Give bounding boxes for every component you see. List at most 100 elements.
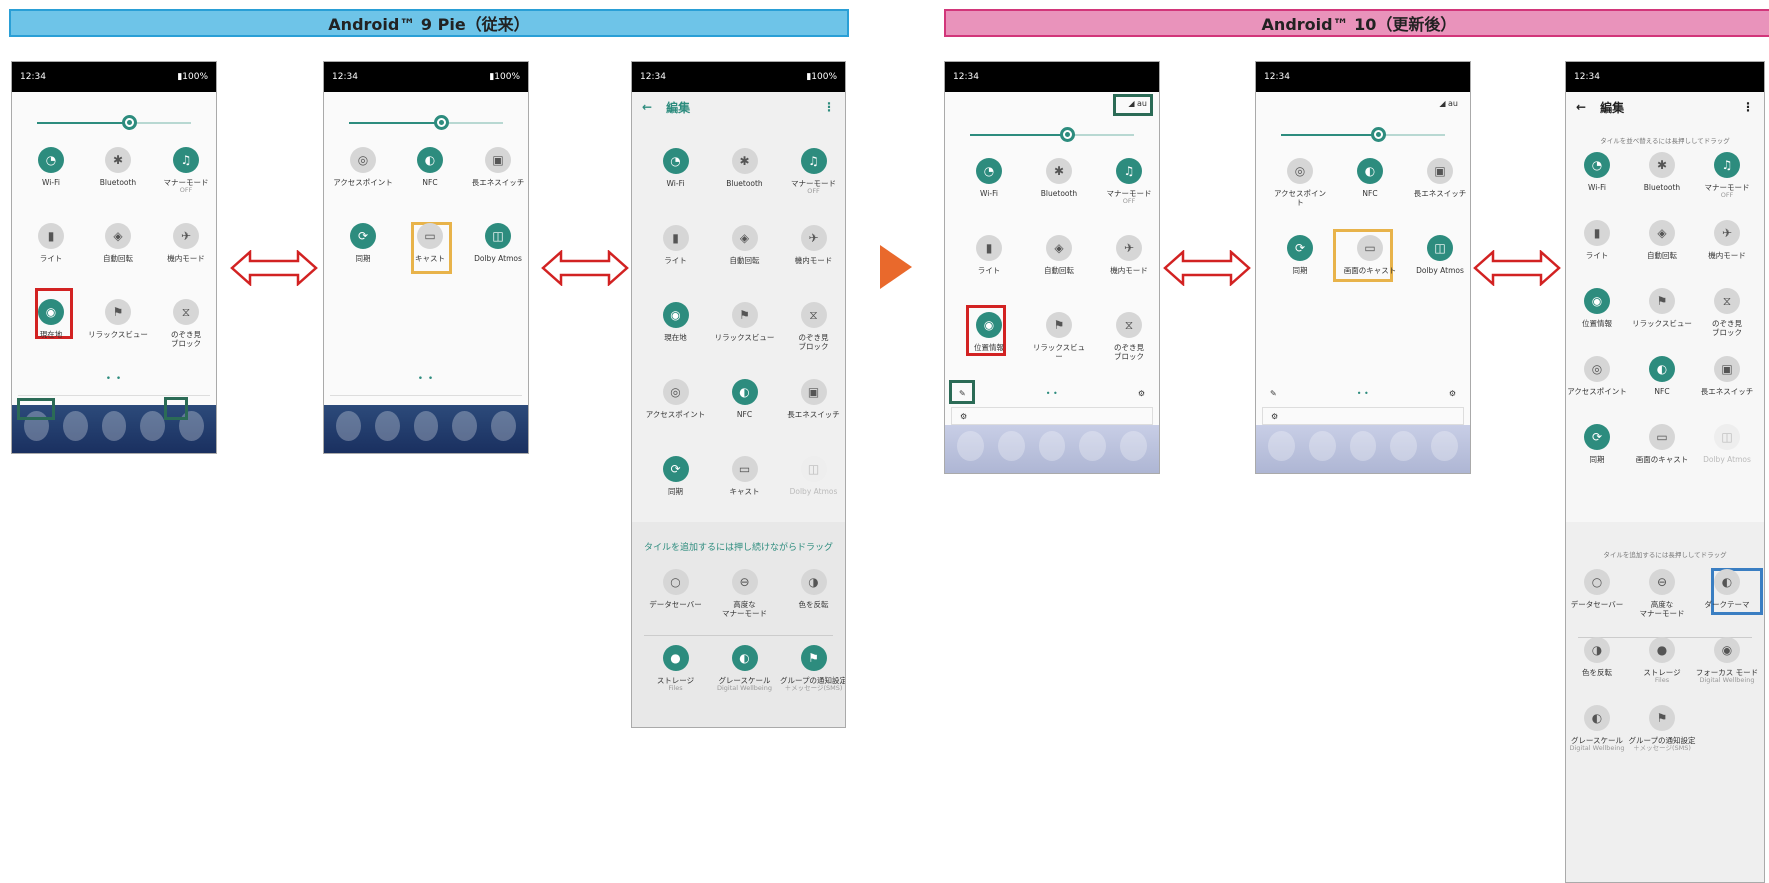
tile-bell[interactable]: ♫ マナーモード OFF <box>150 147 216 195</box>
tile-rotate[interactable]: ◈ 自動回転 <box>1023 235 1095 275</box>
tile-rotate[interactable]: ◈ 自動回転 <box>709 225 781 265</box>
tile-airplane[interactable]: ✈ 機内モード <box>1093 235 1159 275</box>
tile-battery-saver[interactable]: ▣ 長エネスイッチ <box>1404 158 1470 198</box>
tile-night-light[interactable]: ⚑ リラックスビュ ー <box>1023 312 1095 361</box>
tile-location[interactable]: ◉ 現在地 <box>15 299 87 339</box>
tile-hotspot[interactable]: ◎ アクセスポイント <box>640 379 712 419</box>
tile-nfc[interactable]: ◐ NFC <box>1334 158 1406 198</box>
tile-flashlight[interactable]: ▮ ライト <box>15 223 87 263</box>
tile-hotspot[interactable]: ◎ アクセスポイント <box>327 147 399 187</box>
night-light-icon: ⚑ <box>1649 288 1675 314</box>
tile-night-light[interactable]: ⚑ リラックスビュー <box>709 302 781 342</box>
tile-bell[interactable]: ♫ マナーモード OFF <box>1093 158 1159 206</box>
tile-bluetooth[interactable]: ✱ Bluetooth <box>709 148 781 188</box>
tile-privacy[interactable]: ⧖ のぞき見 ブロック <box>150 299 216 348</box>
tile-label: アクセスポイント <box>1567 387 1627 396</box>
brightness-knob[interactable] <box>433 115 449 130</box>
tile-bluetooth[interactable]: ✱ Bluetooth <box>82 147 154 187</box>
tile-nfc[interactable]: ◐ NFC <box>394 147 466 187</box>
small-gear-icon[interactable]: ⚙ <box>960 412 967 421</box>
edit-pencil-icon[interactable]: ✎ <box>1270 389 1277 398</box>
settings-gear-icon[interactable]: ⚙ <box>1138 389 1145 398</box>
tile-label: ライト <box>1585 251 1609 260</box>
tile-rotate[interactable]: ◈ 自動回転 <box>1626 220 1698 260</box>
dnd-icon: ⊖ <box>731 569 758 595</box>
tile-dark-theme[interactable]: ◐ ダークテーマ <box>1691 569 1763 609</box>
tile-battery-saver[interactable]: ▣ 長エネスイッチ <box>462 147 528 187</box>
more-options-icon[interactable]: ⋮ <box>823 100 835 114</box>
tile-location[interactable]: ◉ 現在地 <box>640 302 712 342</box>
tile-bluetooth[interactable]: ✱ Bluetooth <box>1023 158 1095 198</box>
tile-hotspot[interactable]: ◎ アクセスポイント <box>1566 356 1633 396</box>
tile-cast[interactable]: ▭ キャスト <box>394 223 466 263</box>
tile-storage[interactable]: ● ストレージ Files <box>1626 637 1698 685</box>
tile-group-notify[interactable]: ⚑ グループの通知設定 ＋メッセージ(SMS) <box>1626 705 1698 753</box>
tile-privacy[interactable]: ⧖ のぞき見 ブロック <box>1093 312 1159 361</box>
tile-privacy[interactable]: ⧖ のぞき見 ブロック <box>778 302 846 351</box>
tile-storage[interactable]: ● ストレージ Files <box>640 645 712 693</box>
tile-airplane[interactable]: ✈ 機内モード <box>150 223 216 263</box>
tile-focus-mode[interactable]: ◉ フォーカス モード Digital Wellbeing <box>1691 637 1763 685</box>
tile-dolby[interactable]: ◫ Dolby Atmos <box>1691 424 1763 464</box>
tile-sync[interactable]: ⟳ 同期 <box>640 456 712 496</box>
tile-sync[interactable]: ⟳ 同期 <box>1264 235 1336 275</box>
rotate-icon: ◈ <box>731 225 758 251</box>
tile-bell[interactable]: ♫ マナーモード OFF <box>778 148 846 196</box>
tile-label: リラックスビュー <box>1632 319 1692 328</box>
tile-location[interactable]: ◉ 位置情報 <box>953 312 1025 352</box>
tile-sync[interactable]: ⟳ 同期 <box>327 223 399 263</box>
tile-nfc[interactable]: ◐ NFC <box>709 379 781 419</box>
tile-bell[interactable]: ♫ マナーモード OFF <box>1691 152 1763 200</box>
settings-gear-icon[interactable]: ⚙ <box>1449 389 1456 398</box>
brightness-knob[interactable] <box>121 115 137 130</box>
tile-wifi[interactable]: ◔ Wi-Fi <box>640 148 712 188</box>
tile-invert-colors[interactable]: ◑ 色を反転 <box>778 569 846 609</box>
tile-group-notify[interactable]: ⚑ グループの通知設定 ＋メッセージ(SMS) <box>778 645 845 693</box>
tile-cast[interactable]: ▭ 画面のキャスト <box>1626 424 1698 464</box>
highlight-pencil <box>164 397 188 420</box>
tile-privacy[interactable]: ⧖ のぞき見 ブロック <box>1691 288 1763 337</box>
pie-edit-screen: 12:34 ▮100% ← 編集 ⋮ タイルを追加するには押し続けながらドラッグ ◔ W… <box>631 61 846 728</box>
tile-grayscale[interactable]: ◐ グレースケール Digital Wellbeing <box>1566 705 1633 753</box>
tile-flashlight[interactable]: ▮ ライト <box>640 225 712 265</box>
rotate-icon: ◈ <box>1046 235 1072 261</box>
tile-wifi[interactable]: ◔ Wi-Fi <box>1566 152 1633 192</box>
more-options-icon[interactable]: ⋮ <box>1742 100 1754 114</box>
tile-airplane[interactable]: ✈ 機内モード <box>1691 220 1763 260</box>
tile-location[interactable]: ◉ 位置情報 <box>1566 288 1633 328</box>
brightness-slider[interactable] <box>970 127 1134 142</box>
tile-dolby[interactable]: ◫ Dolby Atmos <box>1404 235 1470 275</box>
tile-flashlight[interactable]: ▮ ライト <box>1566 220 1633 260</box>
tile-flashlight[interactable]: ▮ ライト <box>953 235 1025 275</box>
tile-cast[interactable]: ▭ 画面のキャスト <box>1334 235 1406 275</box>
tile-battery-saver[interactable]: ▣ 長エネスイッチ <box>778 379 846 419</box>
back-arrow-icon[interactable]: ← <box>642 100 652 114</box>
tile-nfc[interactable]: ◐ NFC <box>1626 356 1698 396</box>
small-gear-icon[interactable]: ⚙ <box>1271 412 1278 421</box>
tile-invert-colors[interactable]: ◑ 色を反転 <box>1566 637 1633 677</box>
brightness-knob[interactable] <box>1371 127 1387 142</box>
back-arrow-icon[interactable]: ← <box>1576 100 1586 114</box>
tile-dnd[interactable]: ⊖ 高度な マナーモード <box>709 569 781 618</box>
tile-wifi[interactable]: ◔ Wi-Fi <box>15 147 87 187</box>
tile-hotspot[interactable]: ◎ アクセスポイン ト <box>1264 158 1336 207</box>
tile-data-saver[interactable]: ○ データセーバー <box>1566 569 1633 609</box>
tile-bluetooth[interactable]: ✱ Bluetooth <box>1626 152 1698 192</box>
tile-night-light[interactable]: ⚑ リラックスビュー <box>82 299 154 339</box>
brightness-knob[interactable] <box>1060 127 1076 142</box>
tile-grayscale[interactable]: ◐ グレースケール Digital Wellbeing <box>709 645 781 693</box>
tile-dnd[interactable]: ⊖ 高度な マナーモード <box>1626 569 1698 618</box>
brightness-slider[interactable] <box>1281 127 1445 142</box>
tile-dolby[interactable]: ◫ Dolby Atmos <box>778 456 846 496</box>
tile-battery-saver[interactable]: ▣ 長エネスイッチ <box>1691 356 1763 396</box>
tile-airplane[interactable]: ✈ 機内モード <box>778 225 846 265</box>
tile-rotate[interactable]: ◈ 自動回転 <box>82 223 154 263</box>
tile-cast[interactable]: ▭ キャスト <box>709 456 781 496</box>
tile-dolby[interactable]: ◫ Dolby Atmos <box>462 223 528 263</box>
tile-night-light[interactable]: ⚑ リラックスビュー <box>1626 288 1698 328</box>
tile-wifi[interactable]: ◔ Wi-Fi <box>953 158 1025 198</box>
brightness-slider[interactable] <box>37 115 191 130</box>
brightness-slider[interactable] <box>349 115 503 130</box>
tile-data-saver[interactable]: ○ データセーバー <box>640 569 712 609</box>
tile-sync[interactable]: ⟳ 同期 <box>1566 424 1633 464</box>
